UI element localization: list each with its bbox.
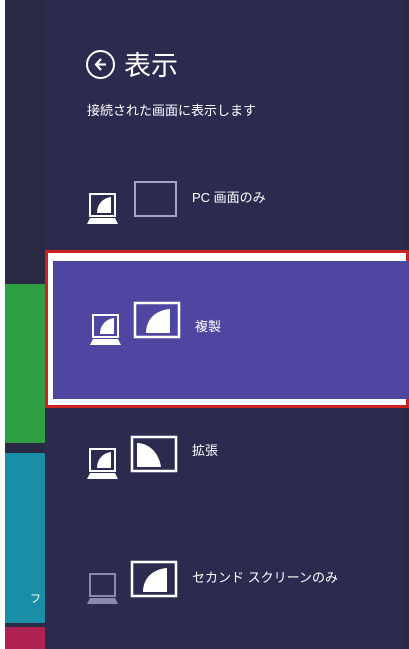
tile-label: フ	[30, 593, 41, 605]
duplicate-icon	[90, 301, 181, 345]
panel-subtitle: 接続された画面に表示します	[87, 103, 257, 118]
option-label: 拡張	[192, 443, 219, 458]
option-pc-screen-only[interactable]: PC 画面のみ	[45, 165, 409, 245]
option-extend[interactable]: 拡張	[45, 420, 409, 510]
extend-icon	[87, 435, 178, 479]
option-duplicate[interactable]: 複製	[53, 261, 409, 399]
pc-screen-only-icon	[87, 181, 177, 224]
back-arrow-icon	[94, 58, 106, 71]
panel-title: 表示	[124, 51, 178, 81]
back-button[interactable]	[86, 50, 115, 79]
option-label: PC 画面のみ	[192, 190, 266, 205]
option-label: セカンド スクリーンのみ	[192, 570, 338, 585]
selection-highlight: 複製	[45, 250, 409, 408]
option-label: 複製	[195, 319, 222, 334]
option-second-screen-only[interactable]: セカンド スクリーンのみ	[45, 545, 409, 625]
second-screen-only-icon	[87, 560, 178, 604]
